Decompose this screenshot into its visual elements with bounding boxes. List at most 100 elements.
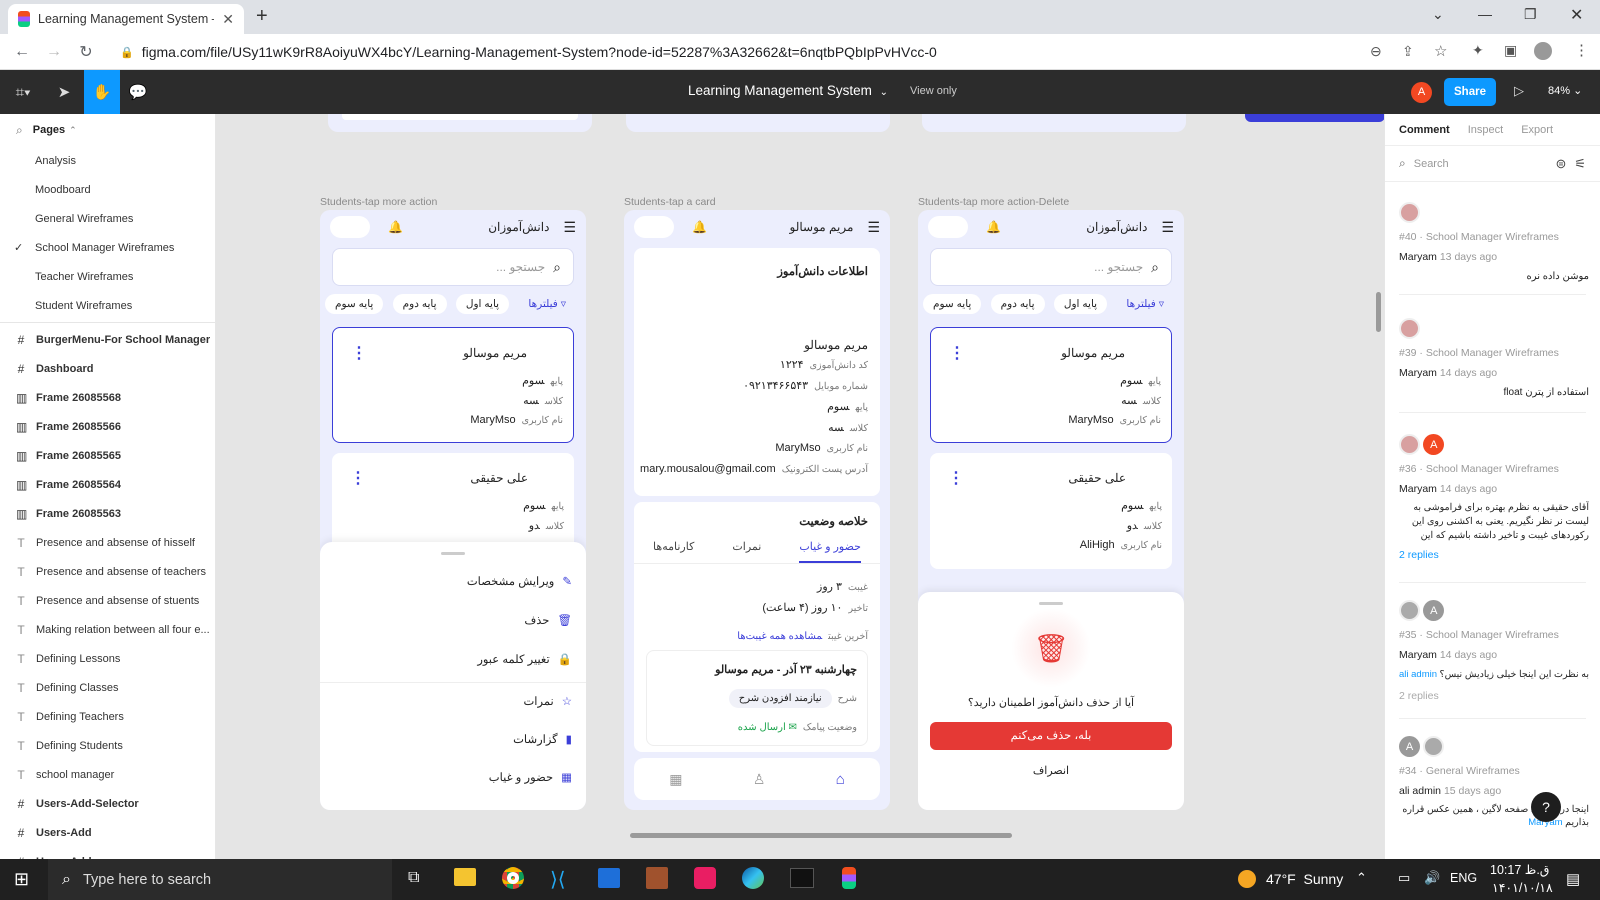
close-tab-icon[interactable]: ✕: [222, 11, 234, 28]
menu-item-reports[interactable]: ▮ گزارشات: [513, 732, 572, 746]
search-input[interactable]: ⌕ جستجو ...: [332, 248, 574, 286]
file-title[interactable]: Learning Management System ⌄: [688, 83, 888, 98]
layer-item[interactable]: Tschool manager: [0, 760, 215, 789]
forward-icon[interactable]: →: [40, 38, 68, 66]
page-item[interactable]: Analysis: [0, 146, 215, 175]
share-button[interactable]: Share: [1444, 78, 1496, 106]
comment-tool-icon[interactable]: 💬: [120, 70, 156, 114]
layer-item[interactable]: ▥ Frame 26085564: [0, 470, 215, 499]
more-actions-icon[interactable]: ⋮: [949, 346, 965, 362]
clock-date[interactable]: ۱۴۰۱/۱۰/۱۸: [1492, 880, 1553, 895]
menu-item-grades[interactable]: ☆ نمرات: [523, 694, 572, 708]
notification-icon[interactable]: ▤: [1566, 870, 1580, 888]
comment-thread[interactable]: A #36 · School Manager Wireframes Maryam…: [1399, 434, 1589, 561]
canvas-horizontal-scrollbar[interactable]: [630, 833, 1012, 838]
confirm-delete-button[interactable]: بله، حذف می‌کنم: [930, 722, 1172, 750]
student-card[interactable]: ⋮ علی حقیقی پایهسوم کلاسدو نام کاربریAli…: [930, 453, 1172, 569]
comment-thread[interactable]: A #35 · School Manager Wireframes Maryam…: [1399, 600, 1589, 702]
layer-item[interactable]: ▥ Frame 26085565: [0, 441, 215, 470]
chip-grade-3[interactable]: پایه سوم: [923, 294, 982, 314]
see-all-absences-link[interactable]: مشاهده همه غیبت‌ها: [737, 631, 822, 642]
maximize-icon[interactable]: ❐: [1524, 6, 1537, 23]
chevron-up-icon[interactable]: ⌃: [69, 125, 77, 136]
edge-icon[interactable]: [742, 867, 764, 889]
page-item[interactable]: Teacher Wireframes: [0, 262, 215, 291]
frame-label-2[interactable]: Students-tap a card: [624, 196, 716, 208]
chip-grade-2[interactable]: پایه دوم: [392, 294, 447, 314]
hamburger-menu-icon[interactable]: ☰: [563, 219, 576, 236]
app-icon[interactable]: [598, 868, 620, 888]
move-tool-icon[interactable]: ➤: [46, 70, 82, 114]
comment-thread[interactable]: #39 · School Manager Wireframes Maryam 1…: [1399, 318, 1589, 398]
side-panel-icon[interactable]: ▣: [1504, 42, 1517, 59]
hand-tool-icon[interactable]: ✋: [84, 70, 120, 114]
layer-item[interactable]: T Defining Classes: [0, 673, 215, 702]
avatar-placeholder[interactable]: [330, 216, 370, 238]
layer-item[interactable]: #Users-Add: [0, 847, 215, 860]
page-item[interactable]: Moodboard: [0, 175, 215, 204]
comment-search[interactable]: ⌕ Search ⊜ ⚟: [1385, 146, 1600, 182]
bell-icon[interactable]: 🔔: [388, 220, 403, 234]
layer-item[interactable]: T Presence and absense of hisself: [0, 528, 215, 557]
layer-item[interactable]: T Defining Lessons: [0, 644, 215, 673]
share-page-icon[interactable]: ⇪: [1402, 43, 1414, 60]
page-item[interactable]: General Wireframes: [0, 204, 215, 233]
windows-start-icon[interactable]: ⊞: [14, 869, 29, 890]
bell-icon[interactable]: 🔔: [986, 220, 1001, 234]
layer-item[interactable]: # Users-Add-Selector: [0, 789, 215, 818]
student-card[interactable]: ⋮ مریم موسالو پایهسوم کلاسسه نام کاربریM…: [332, 327, 574, 443]
layer-item[interactable]: ▥ Frame 26085568: [0, 383, 215, 412]
avatar-placeholder[interactable]: [634, 216, 674, 238]
student-card[interactable]: ⋮ مریم موسالو پایهسوم کلاسسه نام کاربریM…: [930, 327, 1172, 443]
chip-grade-1[interactable]: پایه اول: [455, 294, 510, 314]
page-item[interactable]: Student Wireframes: [0, 291, 215, 320]
help-button[interactable]: ?: [1531, 792, 1561, 822]
replies-link[interactable]: 2 replies: [1399, 549, 1589, 561]
minimize-icon[interactable]: —: [1478, 6, 1492, 22]
layer-item[interactable]: T Defining Students: [0, 731, 215, 760]
filter-chip[interactable]: ▿ فیلترها: [518, 294, 576, 314]
menu-item-attendance[interactable]: ▦ حضور و غیاب: [489, 770, 572, 784]
avatar-placeholder[interactable]: [928, 216, 968, 238]
tab-comment[interactable]: Comment: [1399, 124, 1450, 136]
zoom-icon[interactable]: ⊖: [1370, 43, 1382, 60]
frame-label-1[interactable]: Students-tap more action: [320, 196, 437, 208]
menu-item-edit[interactable]: ✎ ویرایش مشخصات: [467, 574, 572, 588]
language-indicator[interactable]: ENG: [1450, 871, 1477, 885]
vscode-icon[interactable]: ⟩⟨: [550, 867, 566, 892]
layer-item[interactable]: # BurgerMenu-For School Manager: [0, 325, 215, 354]
present-play-icon[interactable]: ▷: [1514, 83, 1524, 99]
layer-item[interactable]: T Defining Teachers: [0, 702, 215, 731]
layer-item[interactable]: T Presence and absense of teachers: [0, 557, 215, 586]
frame-label-3[interactable]: Students-tap more action-Delete: [918, 196, 1069, 208]
chip-grade-2[interactable]: پایه دوم: [990, 294, 1045, 314]
hamburger-menu-icon[interactable]: ☰: [867, 219, 880, 236]
browser-menu-icon[interactable]: ⋮: [1574, 41, 1589, 59]
layer-item[interactable]: #Users-Add: [0, 818, 215, 847]
chrome-icon[interactable]: [502, 867, 524, 889]
taskbar-search[interactable]: ⌕ Type here to search: [48, 859, 392, 900]
sheet-handle[interactable]: [1039, 602, 1063, 605]
task-view-icon[interactable]: ⧉: [408, 869, 419, 887]
comment-thread[interactable]: #40 · School Manager Wireframes Maryam 1…: [1399, 202, 1589, 282]
mention[interactable]: ali admin: [1399, 669, 1437, 680]
more-actions-icon[interactable]: ⋮: [351, 346, 367, 362]
more-actions-icon[interactable]: ⋮: [948, 471, 964, 487]
zoom-level[interactable]: 84% ⌄: [1548, 84, 1582, 97]
profile-icon[interactable]: [1534, 42, 1552, 60]
tab-export[interactable]: Export: [1521, 124, 1553, 136]
absence-entry[interactable]: چهارشنبه ۲۳ آذر - مریم موسالو شرح نیازمند…: [646, 650, 868, 746]
chip-grade-1[interactable]: پایه اول: [1053, 294, 1108, 314]
figma-canvas[interactable]: Students-tap more action ☰ دانش‌آموزان 🔔…: [216, 114, 1384, 859]
layer-item[interactable]: ▥ Frame 26085563: [0, 499, 215, 528]
layer-item[interactable]: ▥ Frame 26085566: [0, 412, 215, 441]
user-avatar[interactable]: A: [1411, 82, 1432, 103]
chevron-up-icon[interactable]: ⌃: [1356, 870, 1367, 886]
bookmark-star-icon[interactable]: ☆: [1434, 42, 1447, 60]
clock-time[interactable]: 10:17 ق.ظ: [1490, 862, 1550, 877]
filter-icon[interactable]: ⊜: [1555, 156, 1566, 172]
filter-chip[interactable]: ▿ فیلترها: [1116, 294, 1174, 314]
figma-app-icon[interactable]: [842, 867, 856, 889]
pages-header[interactable]: Pages: [33, 124, 65, 136]
figma-main-menu-icon[interactable]: ⌗▾: [6, 70, 40, 114]
